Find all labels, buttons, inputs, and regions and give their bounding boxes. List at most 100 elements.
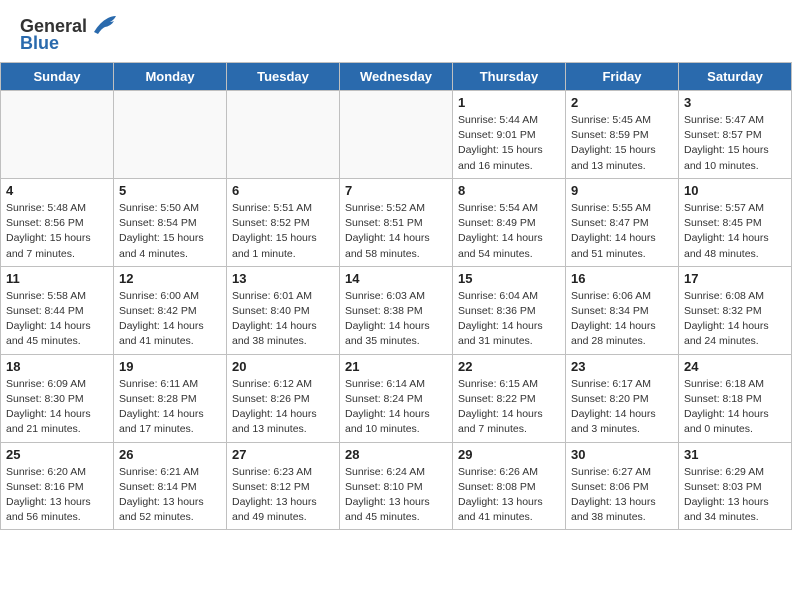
- calendar-cell: 29 Sunrise: 6:26 AM Sunset: 8:08 PM Dayli…: [453, 442, 566, 530]
- day-info: Sunrise: 5:44 AM Sunset: 9:01 PM Dayligh…: [458, 113, 560, 174]
- day-number: 3: [684, 95, 786, 110]
- weekday-header-saturday: Saturday: [679, 63, 792, 91]
- day-number: 4: [6, 183, 108, 198]
- calendar-cell: 27 Sunrise: 6:23 AM Sunset: 8:12 PM Dayli…: [227, 442, 340, 530]
- calendar-cell: 18 Sunrise: 6:09 AM Sunset: 8:30 PM Dayli…: [1, 354, 114, 442]
- calendar-cell: 2Sunrise: 5:45 AM Sunset: 8:59 PM Daylig…: [566, 91, 679, 179]
- day-info: Sunrise: 5:55 AM Sunset: 8:47 PM Dayligh…: [571, 201, 673, 262]
- day-info: Sunrise: 6:04 AM Sunset: 8:36 PM Dayligh…: [458, 289, 560, 350]
- day-number: 18: [6, 359, 108, 374]
- logo-bird-icon: [90, 14, 118, 36]
- day-info: Sunrise: 6:14 AM Sunset: 8:24 PM Dayligh…: [345, 377, 447, 438]
- header: General Blue: [0, 0, 792, 62]
- calendar-week-row: 18 Sunrise: 6:09 AM Sunset: 8:30 PM Dayli…: [1, 354, 792, 442]
- calendar-cell: 31 Sunrise: 6:29 AM Sunset: 8:03 PM Dayli…: [679, 442, 792, 530]
- weekday-header-thursday: Thursday: [453, 63, 566, 91]
- day-info: Sunrise: 6:26 AM Sunset: 8:08 PM Dayligh…: [458, 465, 560, 526]
- calendar-cell: 17 Sunrise: 6:08 AM Sunset: 8:32 PM Dayli…: [679, 266, 792, 354]
- calendar-cell: 12 Sunrise: 6:00 AM Sunset: 8:42 PM Dayli…: [114, 266, 227, 354]
- calendar-cell: 21 Sunrise: 6:14 AM Sunset: 8:24 PM Dayli…: [340, 354, 453, 442]
- calendar-cell: 6Sunrise: 5:51 AM Sunset: 8:52 PM Daylig…: [227, 178, 340, 266]
- day-info: Sunrise: 5:57 AM Sunset: 8:45 PM Dayligh…: [684, 201, 786, 262]
- calendar-week-row: 25Sunrise: 6:20 AM Sunset: 8:16 PM Dayli…: [1, 442, 792, 530]
- day-info: Sunrise: 6:08 AM Sunset: 8:32 PM Dayligh…: [684, 289, 786, 350]
- weekday-header-tuesday: Tuesday: [227, 63, 340, 91]
- day-info: Sunrise: 6:23 AM Sunset: 8:12 PM Dayligh…: [232, 465, 334, 526]
- day-number: 29: [458, 447, 560, 462]
- calendar-cell: [114, 91, 227, 179]
- calendar-cell: 5Sunrise: 5:50 AM Sunset: 8:54 PM Daylig…: [114, 178, 227, 266]
- logo-blue: Blue: [20, 33, 59, 54]
- day-number: 24: [684, 359, 786, 374]
- day-number: 21: [345, 359, 447, 374]
- day-info: Sunrise: 6:01 AM Sunset: 8:40 PM Dayligh…: [232, 289, 334, 350]
- day-number: 16: [571, 271, 673, 286]
- day-info: Sunrise: 5:52 AM Sunset: 8:51 PM Dayligh…: [345, 201, 447, 262]
- weekday-header-monday: Monday: [114, 63, 227, 91]
- day-number: 8: [458, 183, 560, 198]
- day-info: Sunrise: 6:09 AM Sunset: 8:30 PM Dayligh…: [6, 377, 108, 438]
- calendar-cell: 16 Sunrise: 6:06 AM Sunset: 8:34 PM Dayli…: [566, 266, 679, 354]
- weekday-header-wednesday: Wednesday: [340, 63, 453, 91]
- day-info: Sunrise: 6:18 AM Sunset: 8:18 PM Dayligh…: [684, 377, 786, 438]
- day-number: 9: [571, 183, 673, 198]
- day-info: Sunrise: 6:29 AM Sunset: 8:03 PM Dayligh…: [684, 465, 786, 526]
- day-number: 28: [345, 447, 447, 462]
- day-info: Sunrise: 6:27 AM Sunset: 8:06 PM Dayligh…: [571, 465, 673, 526]
- day-info: Sunrise: 6:12 AM Sunset: 8:26 PM Dayligh…: [232, 377, 334, 438]
- calendar-cell: 23 Sunrise: 6:17 AM Sunset: 8:20 PM Dayli…: [566, 354, 679, 442]
- day-info: Sunrise: 6:15 AM Sunset: 8:22 PM Dayligh…: [458, 377, 560, 438]
- calendar-cell: 4 Sunrise: 5:48 AM Sunset: 8:56 PM Daylig…: [1, 178, 114, 266]
- day-info: Sunrise: 5:48 AM Sunset: 8:56 PM Dayligh…: [6, 201, 108, 262]
- day-info: Sunrise: 5:58 AM Sunset: 8:44 PM Dayligh…: [6, 289, 108, 350]
- calendar-week-row: 1 Sunrise: 5:44 AM Sunset: 9:01 PM Daylig…: [1, 91, 792, 179]
- calendar-cell: 10Sunrise: 5:57 AM Sunset: 8:45 PM Dayli…: [679, 178, 792, 266]
- day-number: 25: [6, 447, 108, 462]
- day-number: 7: [345, 183, 447, 198]
- day-number: 15: [458, 271, 560, 286]
- day-info: Sunrise: 5:51 AM Sunset: 8:52 PM Dayligh…: [232, 201, 334, 262]
- day-number: 14: [345, 271, 447, 286]
- day-info: Sunrise: 6:17 AM Sunset: 8:20 PM Dayligh…: [571, 377, 673, 438]
- calendar-cell: [340, 91, 453, 179]
- day-number: 12: [119, 271, 221, 286]
- calendar-cell: 22 Sunrise: 6:15 AM Sunset: 8:22 PM Dayli…: [453, 354, 566, 442]
- day-info: Sunrise: 6:06 AM Sunset: 8:34 PM Dayligh…: [571, 289, 673, 350]
- day-info: Sunrise: 6:21 AM Sunset: 8:14 PM Dayligh…: [119, 465, 221, 526]
- day-info: Sunrise: 5:54 AM Sunset: 8:49 PM Dayligh…: [458, 201, 560, 262]
- calendar-table: SundayMondayTuesdayWednesdayThursdayFrid…: [0, 62, 792, 530]
- day-info: Sunrise: 6:24 AM Sunset: 8:10 PM Dayligh…: [345, 465, 447, 526]
- day-info: Sunrise: 5:45 AM Sunset: 8:59 PM Dayligh…: [571, 113, 673, 174]
- calendar-cell: 28 Sunrise: 6:24 AM Sunset: 8:10 PM Dayli…: [340, 442, 453, 530]
- day-number: 30: [571, 447, 673, 462]
- logo: General Blue: [20, 16, 118, 54]
- calendar-cell: 25Sunrise: 6:20 AM Sunset: 8:16 PM Dayli…: [1, 442, 114, 530]
- day-number: 20: [232, 359, 334, 374]
- day-number: 1: [458, 95, 560, 110]
- day-info: Sunrise: 6:03 AM Sunset: 8:38 PM Dayligh…: [345, 289, 447, 350]
- calendar-cell: 7 Sunrise: 5:52 AM Sunset: 8:51 PM Daylig…: [340, 178, 453, 266]
- day-info: Sunrise: 6:00 AM Sunset: 8:42 PM Dayligh…: [119, 289, 221, 350]
- calendar-cell: 15 Sunrise: 6:04 AM Sunset: 8:36 PM Dayli…: [453, 266, 566, 354]
- calendar-week-row: 4 Sunrise: 5:48 AM Sunset: 8:56 PM Daylig…: [1, 178, 792, 266]
- calendar-cell: [1, 91, 114, 179]
- calendar-week-row: 11 Sunrise: 5:58 AM Sunset: 8:44 PM Dayli…: [1, 266, 792, 354]
- page-container: General Blue SundayMondayTuesdayWednesda…: [0, 0, 792, 530]
- weekday-header-sunday: Sunday: [1, 63, 114, 91]
- weekday-header-friday: Friday: [566, 63, 679, 91]
- calendar-cell: 3Sunrise: 5:47 AM Sunset: 8:57 PM Daylig…: [679, 91, 792, 179]
- day-number: 17: [684, 271, 786, 286]
- calendar-cell: 1 Sunrise: 5:44 AM Sunset: 9:01 PM Daylig…: [453, 91, 566, 179]
- calendar-cell: 24 Sunrise: 6:18 AM Sunset: 8:18 PM Dayli…: [679, 354, 792, 442]
- day-number: 31: [684, 447, 786, 462]
- day-number: 22: [458, 359, 560, 374]
- calendar-cell: 19Sunrise: 6:11 AM Sunset: 8:28 PM Dayli…: [114, 354, 227, 442]
- day-number: 23: [571, 359, 673, 374]
- day-number: 27: [232, 447, 334, 462]
- weekday-header-row: SundayMondayTuesdayWednesdayThursdayFrid…: [1, 63, 792, 91]
- calendar-cell: 14 Sunrise: 6:03 AM Sunset: 8:38 PM Dayli…: [340, 266, 453, 354]
- day-number: 11: [6, 271, 108, 286]
- calendar-cell: 30 Sunrise: 6:27 AM Sunset: 8:06 PM Dayli…: [566, 442, 679, 530]
- day-info: Sunrise: 5:50 AM Sunset: 8:54 PM Dayligh…: [119, 201, 221, 262]
- calendar-cell: 8 Sunrise: 5:54 AM Sunset: 8:49 PM Daylig…: [453, 178, 566, 266]
